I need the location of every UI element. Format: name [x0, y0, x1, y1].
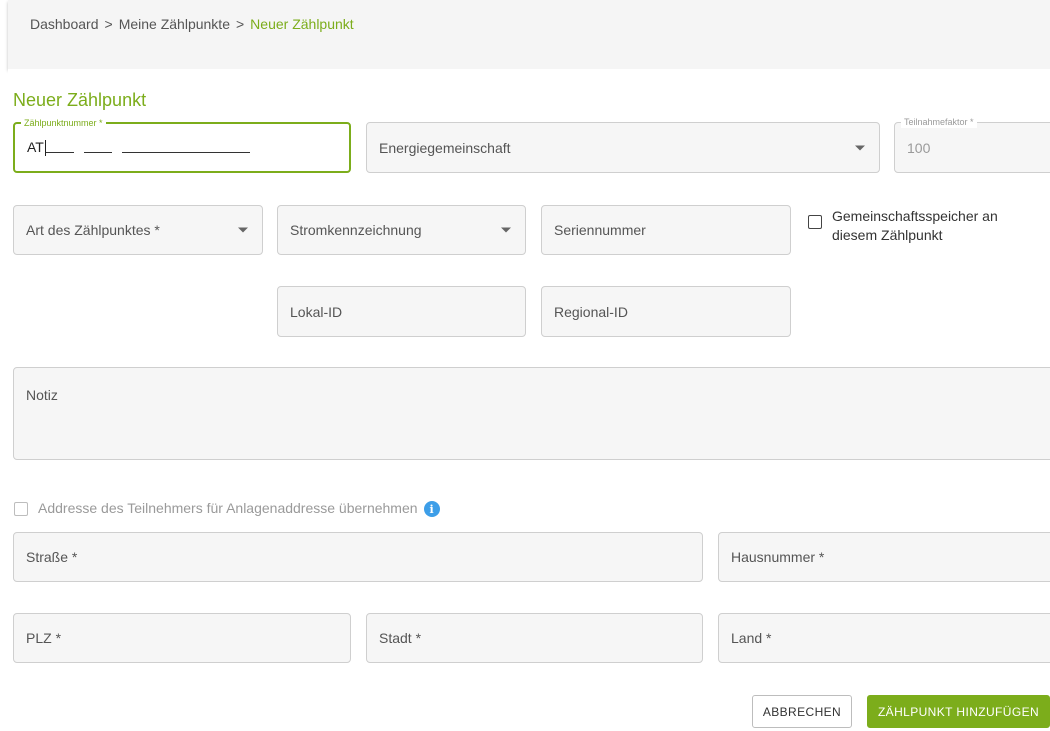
art-des-zaehlpunktes-label: Art des Zählpunktes * — [26, 222, 160, 238]
breadcrumb: Dashboard > Meine Zählpunkte > Neuer Zäh… — [30, 16, 354, 32]
gemeinschaftsspeicher-label-line1: Gemeinschaftsspeicher an — [832, 208, 998, 224]
land-field[interactable]: Land * — [718, 613, 1050, 663]
zaehlpunktnummer-label: Zählpunktnummer * — [21, 117, 106, 129]
mask-segment — [45, 143, 74, 154]
land-label: Land * — [731, 630, 772, 646]
gemeinschaftsspeicher-label: Gemeinschaftsspeicher an diesem Zählpunk… — [832, 207, 998, 245]
adresse-uebernehmen-label: Addresse des Teilnehmers für Anlagenaddr… — [38, 500, 418, 516]
notiz-label: Notiz — [26, 387, 58, 403]
adresse-uebernehmen-option[interactable]: Addresse des Teilnehmers für Anlagenaddr… — [14, 500, 440, 518]
plz-label: PLZ * — [26, 630, 62, 646]
gemeinschaftsspeicher-checkbox[interactable] — [808, 215, 822, 229]
chevron-down-icon — [501, 227, 511, 233]
stromkennzeichnung-label: Stromkennzeichnung — [290, 222, 422, 238]
hausnummer-field[interactable]: Hausnummer * — [718, 532, 1050, 582]
zaehlpunktnummer-prefix: AT — [27, 138, 44, 155]
notiz-field[interactable]: Notiz — [13, 367, 1050, 460]
breadcrumb-separator: > — [235, 16, 245, 32]
teilnahmefaktor-field[interactable]: Teilnahmefaktor * 100 — [894, 116, 1050, 173]
regional-id-label: Regional-ID — [554, 303, 628, 320]
add-zaehlpunkt-button[interactable]: ZÄHLPUNKT HINZUFÜGEN — [867, 695, 1050, 728]
plz-field[interactable]: PLZ * — [13, 613, 351, 663]
adresse-uebernehmen-checkbox[interactable] — [14, 502, 28, 516]
breadcrumb-meine-zaehlpunkte[interactable]: Meine Zählpunkte — [119, 16, 230, 32]
teilnahmefaktor-label: Teilnahmefaktor * — [901, 116, 977, 128]
seriennummer-label: Seriennummer — [554, 222, 646, 238]
teilnahmefaktor-value: 100 — [907, 139, 931, 156]
breadcrumb-dashboard[interactable]: Dashboard — [30, 16, 99, 32]
adresse-uebernehmen-row: Addresse des Teilnehmers für Anlagenaddr… — [38, 500, 440, 518]
strasse-field[interactable]: Straße * — [13, 532, 703, 582]
top-bar: Dashboard > Meine Zählpunkte > Neuer Zäh… — [8, 0, 1050, 69]
info-icon[interactable]: i — [423, 501, 440, 518]
regional-id-field[interactable]: Regional-ID — [541, 286, 791, 337]
chevron-down-icon — [238, 227, 248, 233]
lokal-id-field[interactable]: Lokal-ID — [277, 286, 526, 337]
gemeinschaftsspeicher-option[interactable]: Gemeinschaftsspeicher an diesem Zählpunk… — [808, 207, 1048, 245]
seriennummer-field[interactable]: Seriennummer — [541, 205, 791, 255]
chevron-down-icon — [855, 145, 865, 150]
hausnummer-label: Hausnummer * — [731, 549, 825, 565]
cancel-button[interactable]: ABBRECHEN — [752, 695, 852, 728]
gemeinschaftsspeicher-label-line2: diesem Zählpunkt — [832, 227, 943, 243]
mask-segment — [83, 143, 112, 154]
page-title: Neuer Zählpunkt — [13, 90, 147, 110]
energiegemeinschaft-label: Energiegemeinschaft — [379, 139, 511, 156]
art-des-zaehlpunktes-select[interactable]: Art des Zählpunktes * — [13, 205, 263, 255]
stadt-label: Stadt * — [379, 630, 422, 646]
zaehlpunktnummer-value: AT — [27, 138, 250, 157]
stadt-field[interactable]: Stadt * — [366, 613, 703, 663]
lokal-id-label: Lokal-ID — [290, 303, 343, 320]
energiegemeinschaft-select[interactable]: Energiegemeinschaft — [366, 122, 880, 173]
zaehlpunktnummer-field[interactable]: Zählpunktnummer * AT — [13, 117, 351, 173]
strasse-label: Straße * — [26, 549, 78, 565]
breadcrumb-current: Neuer Zählpunkt — [250, 16, 354, 32]
stromkennzeichnung-select[interactable]: Stromkennzeichnung — [277, 205, 526, 255]
breadcrumb-separator: > — [104, 16, 113, 32]
mask-segment — [121, 143, 250, 154]
